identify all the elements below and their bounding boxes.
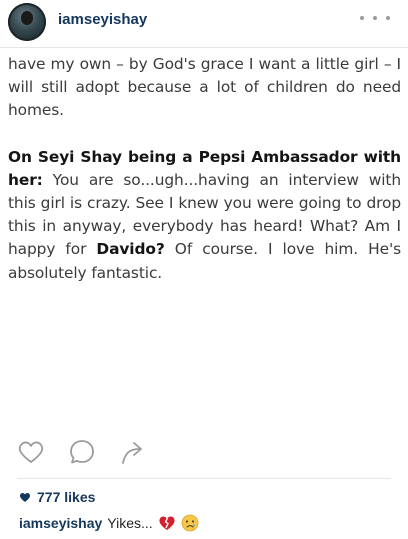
likes-count[interactable]: 777 likes [19, 487, 95, 507]
heart-filled-icon [20, 492, 30, 502]
share-icon[interactable] [119, 438, 147, 466]
crying-face-emoji [181, 514, 199, 532]
username-link[interactable]: iamseyishay [58, 11, 147, 28]
comment: iamseyishay Yikes... [19, 512, 199, 534]
divider [17, 478, 391, 479]
caption-bold-name: Davido? [96, 240, 165, 259]
broken-heart-emoji [159, 516, 175, 530]
caption-paragraph-1: have my own – by God's grace I want a li… [8, 55, 401, 120]
comment-text: Yikes... [107, 515, 153, 531]
more-options-icon[interactable] [360, 10, 390, 26]
heart-outline-icon[interactable] [17, 438, 45, 466]
comment-username[interactable]: iamseyishay [19, 515, 102, 531]
caption-paragraph-2: On Seyi Shay being a Pepsi Ambassador wi… [8, 146, 401, 285]
avatar[interactable] [8, 3, 46, 41]
comment-icon[interactable] [68, 438, 96, 466]
action-bar [17, 438, 167, 468]
post-image-text: have my own – by God's grace I want a li… [8, 53, 401, 285]
post-header: iamseyishay [0, 0, 408, 48]
likes-text: 777 likes [37, 489, 96, 505]
